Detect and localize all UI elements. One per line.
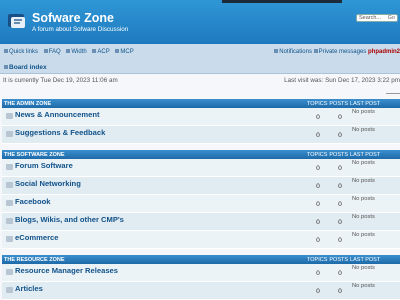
topics-count: 0	[316, 237, 321, 244]
site-logo-icon[interactable]	[7, 11, 27, 31]
forum-read-icon	[6, 131, 13, 137]
posts-count: 0	[338, 183, 343, 190]
forum-row: Forum Software 0 0 No posts	[2, 159, 400, 177]
category-resource-zone: THE RESOURCE ZONE TOPICS POSTS LAST POST R…	[2, 255, 400, 300]
breadcrumb[interactable]: Board index	[4, 64, 47, 71]
gavel-icon	[115, 49, 120, 54]
topics-count: 0	[316, 114, 321, 121]
category-header: THE ADMIN ZONE TOPICS POSTS LAST POST	[2, 99, 400, 108]
forum-title[interactable]: Resource Manager Releases	[15, 266, 118, 275]
column-headers: TOPICS POSTS LAST POST	[307, 256, 381, 263]
menu-icon	[4, 49, 8, 54]
category-title[interactable]: THE RESOURCE ZONE	[4, 257, 65, 263]
forum-row: Facebook 0 0 No posts	[2, 195, 400, 213]
forum-title[interactable]: Social Networking	[15, 179, 81, 188]
forum-read-icon	[6, 200, 13, 206]
forum-title[interactable]: Blogs, Wikis, and other CMP's	[15, 215, 124, 224]
site-description: A forum about Sofware Discussion	[32, 26, 129, 33]
last-post: No posts	[352, 283, 375, 289]
posts-count: 0	[338, 237, 343, 244]
navbar: Quick links FAQ Width ACP MCP Notificati…	[0, 44, 400, 74]
category-title[interactable]: THE ADMIN ZONE	[4, 101, 51, 107]
posts-count: 0	[338, 219, 343, 226]
home-icon	[4, 65, 8, 70]
search-input[interactable]: Search... Go	[356, 14, 398, 22]
forum-title[interactable]: Suggestions & Feedback	[15, 128, 105, 137]
forum-row: Social Networking 0 0 No posts	[2, 177, 400, 195]
posts-count: 0	[338, 165, 343, 172]
forum-row: Blogs, Wikis, and other CMP's 0 0 No pos…	[2, 213, 400, 231]
help-icon	[43, 49, 48, 54]
forum-read-icon	[6, 287, 13, 293]
faq-link[interactable]: FAQ	[43, 49, 63, 55]
forum-row: eCommerce 0 0 No posts	[2, 231, 400, 249]
topics-count: 0	[316, 270, 321, 277]
gear-icon	[92, 49, 97, 54]
forum-row: News & Announcement 0 0 No posts	[2, 108, 400, 126]
topics-count: 0	[316, 165, 321, 172]
forum-title[interactable]: News & Announcement	[15, 110, 100, 119]
nav-user-links: Notifications Private messages phpadmin2	[274, 49, 400, 55]
forum-read-icon	[6, 269, 13, 275]
posts-count: 0	[338, 132, 343, 139]
posts-count: 0	[338, 270, 343, 277]
width-icon	[66, 49, 71, 54]
column-headers: TOPICS POSTS LAST POST	[307, 151, 381, 158]
notifications-link[interactable]: Notifications	[274, 49, 312, 55]
posts-count: 0	[338, 201, 343, 208]
username-link[interactable]: phpadmin2	[368, 49, 400, 55]
divider	[386, 93, 400, 94]
forum-read-icon	[6, 164, 13, 170]
nav-links: Quick links FAQ Width ACP MCP	[4, 49, 138, 55]
last-post: No posts	[352, 214, 375, 220]
forum-title[interactable]: Articles	[15, 284, 43, 293]
last-post: No posts	[352, 232, 375, 238]
current-time: It is currently Tue Dec 19, 2023 11:06 a…	[3, 77, 118, 84]
last-post: No posts	[352, 178, 375, 184]
category-header: THE RESOURCE ZONE TOPICS POSTS LAST POST	[2, 255, 400, 264]
bell-icon	[274, 49, 279, 54]
quick-links-link[interactable]: Quick links	[4, 49, 40, 55]
last-post: No posts	[352, 196, 375, 202]
forum-title[interactable]: eCommerce	[15, 233, 58, 242]
category-software-zone: THE SOFTWARE ZONE TOPICS POSTS LAST POST F…	[2, 150, 400, 249]
last-visit: Last visit was: Sun Dec 17, 2023 3:22 pm	[284, 77, 400, 84]
width-link[interactable]: Width	[66, 49, 88, 55]
category-header: THE SOFTWARE ZONE TOPICS POSTS LAST POST	[2, 150, 400, 159]
forum-read-icon	[6, 182, 13, 188]
forum-title[interactable]: Facebook	[15, 197, 50, 206]
posts-count: 0	[338, 288, 343, 295]
forum-title[interactable]: Forum Software	[15, 161, 73, 170]
topics-count: 0	[316, 132, 321, 139]
topics-count: 0	[316, 201, 321, 208]
column-headers: TOPICS POSTS LAST POST	[307, 100, 381, 107]
forum-row: Suggestions & Feedback 0 0 No posts	[2, 126, 400, 144]
mcp-link[interactable]: MCP	[115, 49, 135, 55]
envelope-icon	[313, 49, 318, 54]
last-post: No posts	[352, 109, 375, 115]
search-placeholder: Search...	[359, 15, 382, 21]
search-button[interactable]: Go	[388, 15, 395, 22]
last-post: No posts	[352, 265, 375, 271]
forum-row: Resource Manager Releases 0 0 No posts	[2, 264, 400, 282]
topics-count: 0	[316, 183, 321, 190]
site-title[interactable]: Sofware Zone	[32, 11, 114, 25]
topics-count: 0	[316, 219, 321, 226]
acp-link[interactable]: ACP	[92, 49, 111, 55]
category-title[interactable]: THE SOFTWARE ZONE	[4, 152, 65, 158]
topics-count: 0	[316, 288, 321, 295]
forum-read-icon	[6, 113, 13, 119]
forum-read-icon	[6, 218, 13, 224]
posts-count: 0	[338, 114, 343, 121]
header-banner: Sofware Zone A forum about Sofware Discu…	[0, 0, 400, 46]
forum-read-icon	[6, 236, 13, 242]
category-admin-zone: THE ADMIN ZONE TOPICS POSTS LAST POST News…	[2, 99, 400, 144]
private-messages-link[interactable]: Private messages	[313, 49, 366, 55]
top-strip	[222, 0, 342, 3]
last-post: No posts	[352, 160, 375, 166]
last-post: No posts	[352, 127, 375, 133]
forum-row: Articles 0 0 No posts	[2, 282, 400, 300]
